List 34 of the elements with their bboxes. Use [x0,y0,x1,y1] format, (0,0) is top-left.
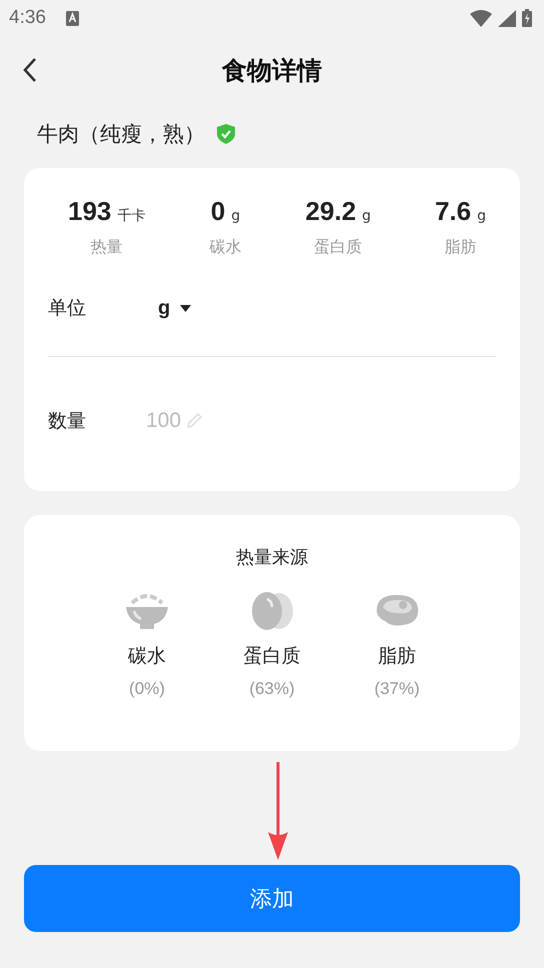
food-name: 牛肉（纯瘦，熟） [37,121,205,148]
signal-icon [498,10,516,26]
nutrient-label: 脂肪 [444,237,476,258]
rice-bowl-icon [124,591,170,631]
wifi-icon [470,10,492,26]
source-percentage: (63%) [249,679,295,699]
pencil-icon [186,413,202,429]
add-button[interactable]: 添加 [24,865,520,932]
back-icon[interactable] [22,57,38,83]
source-label: 碳水 [128,644,166,669]
nutrient-unit: g [477,208,486,224]
nutrient-label: 碳水 [209,237,242,258]
nutrient-label: 热量 [90,237,123,258]
egg-icon [249,591,295,631]
nutrient-value: 29.2 [305,196,356,227]
unit-label: 单位 [48,296,87,321]
nutrient-unit: g [231,208,240,224]
nutrient-value: 193 [68,196,112,227]
nutrient-label: 蛋白质 [314,237,362,258]
source-label: 蛋白质 [244,644,300,669]
nutrient-value: 7.6 [434,196,472,227]
unit-dropdown[interactable]: g [158,296,192,320]
section-title: 热量来源 [236,546,308,569]
notification-icon [66,10,79,26]
page-title: 食物详情 [222,54,322,86]
source-percentage: (0%) [129,679,165,699]
source-percentage: (37%) [374,679,420,699]
source-label: 脂肪 [378,644,416,669]
nutrient-unit: 千卡 [117,207,146,225]
nutrient-unit: g [362,208,371,224]
nutrient-value: 0 [210,196,226,227]
status-time: 4:36 [9,7,46,29]
caret-icon [180,304,192,312]
battery-icon [522,9,532,27]
